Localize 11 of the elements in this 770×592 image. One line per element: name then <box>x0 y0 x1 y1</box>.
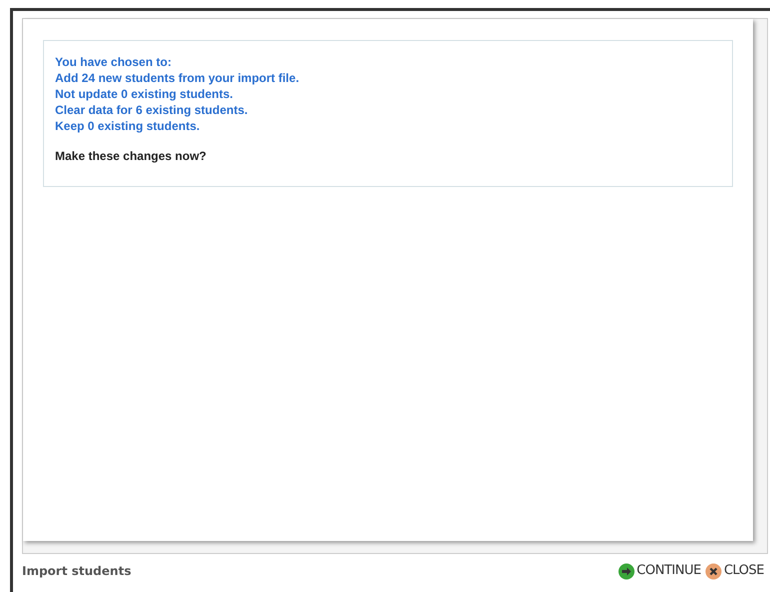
confirm-question: Make these changes now? <box>55 148 208 164</box>
close-icon <box>704 562 722 580</box>
close-button[interactable]: CLOSE <box>704 561 764 581</box>
footer-title: Import students <box>22 563 132 580</box>
summary-line: You have chosen to: <box>55 54 172 70</box>
continue-icon <box>618 562 635 580</box>
summary-line: Not update 0 existing students. <box>55 86 234 102</box>
summary-line: Add 24 new students from your import file. <box>55 70 300 86</box>
summary-line: Keep 0 existing students. <box>55 118 201 134</box>
summary-line: Clear data for 6 existing students. <box>55 102 249 118</box>
continue-button[interactable]: CONTINUE <box>618 561 701 581</box>
